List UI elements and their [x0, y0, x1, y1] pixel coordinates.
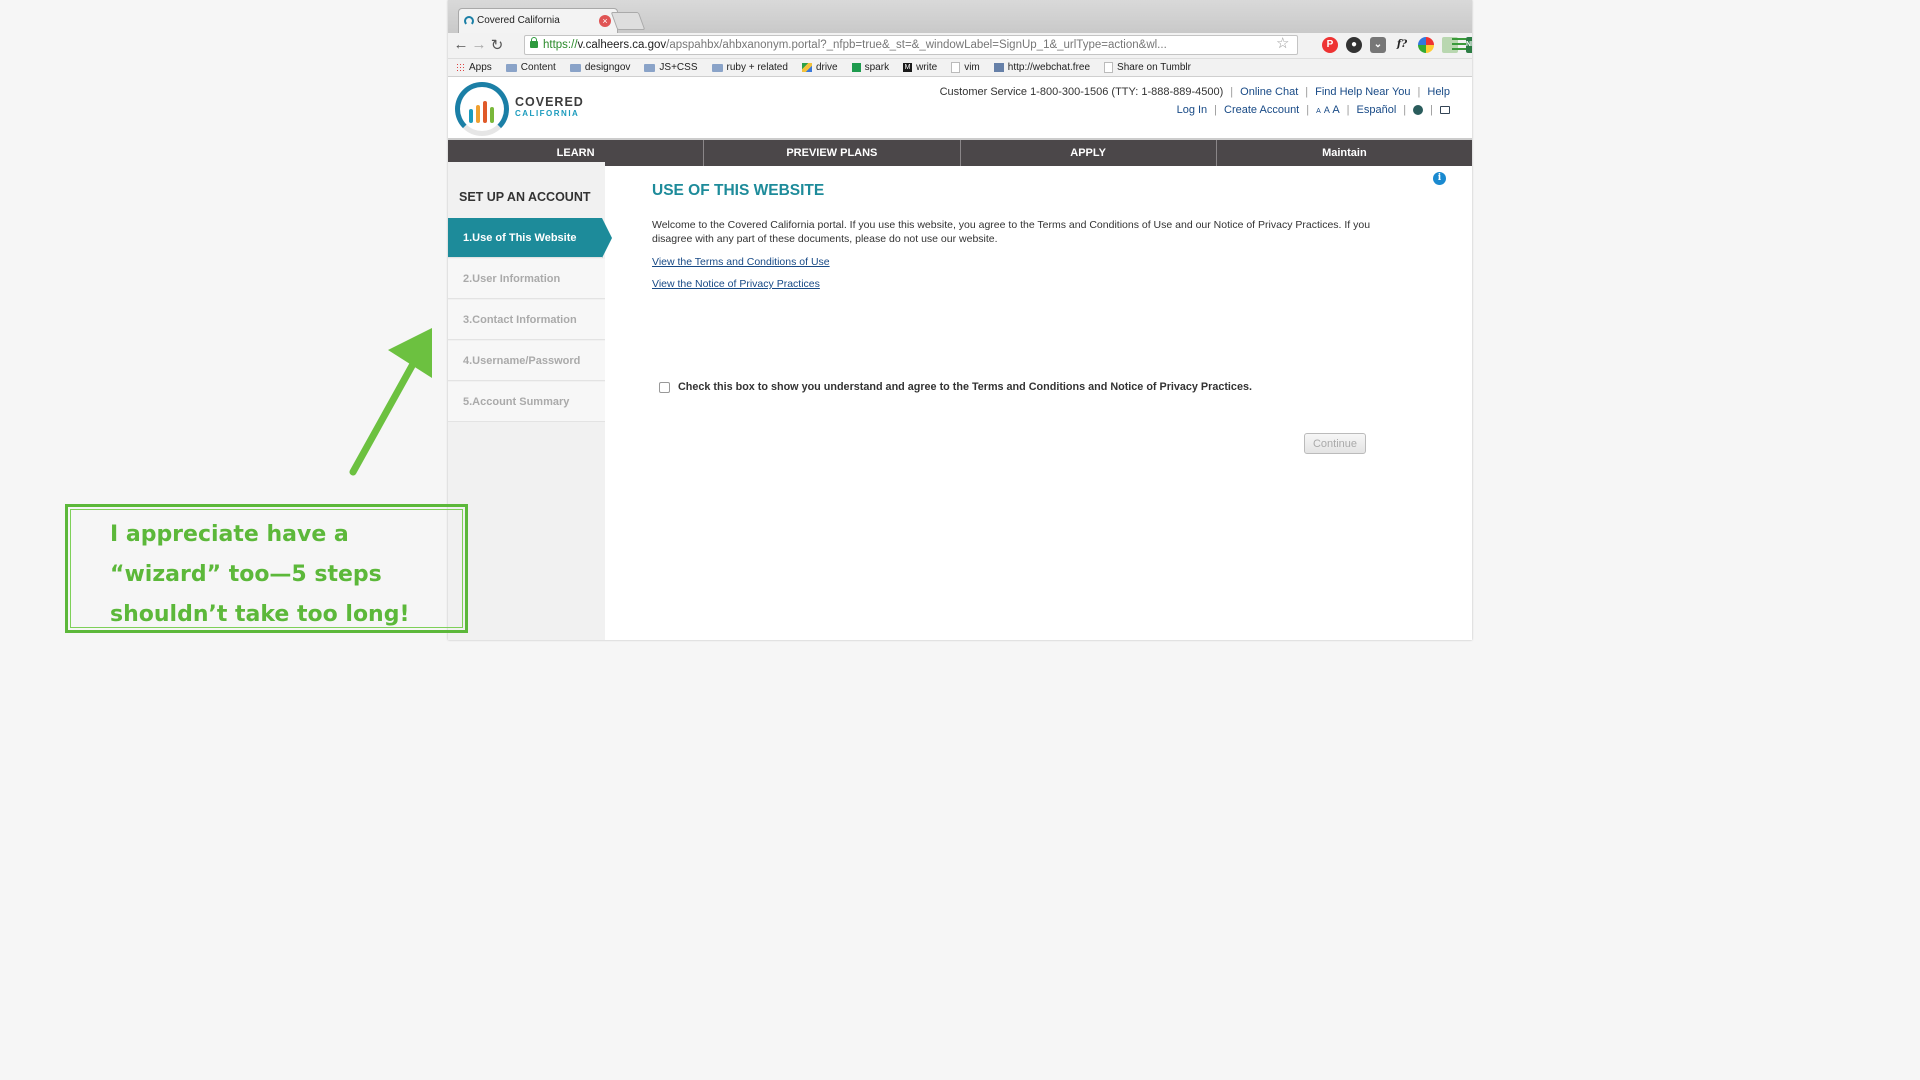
agree-row: Check this box to show you understand an… — [659, 381, 1252, 393]
terms-link[interactable]: View the Terms and Conditions of Use — [652, 256, 830, 268]
bookmark-tumblr[interactable]: Share on Tumblr — [1104, 62, 1191, 73]
agree-label[interactable]: Check this box to show you understand an… — [678, 381, 1252, 393]
menu-hamburger-icon[interactable] — [1452, 38, 1466, 53]
bookmark-star-icon[interactable]: ☆ — [1276, 34, 1289, 52]
continue-button[interactable]: Continue — [1304, 433, 1366, 454]
url-scheme: https:// — [543, 39, 578, 51]
camera-icon[interactable]: ● — [1346, 37, 1362, 53]
privacy-link[interactable]: View the Notice of Privacy Practices — [652, 278, 820, 290]
wizard-step-3[interactable]: 3.Contact Information — [448, 300, 605, 340]
bookmark-designgov[interactable]: designgov — [569, 62, 630, 73]
bookmark-webchat[interactable]: http://webchat.free — [993, 62, 1090, 73]
online-chat-link[interactable]: Online Chat — [1240, 86, 1298, 98]
back-arrow-icon[interactable]: ← — [452, 36, 470, 53]
intro-paragraph: Welcome to the Covered California portal… — [652, 219, 1371, 245]
chrome-color-icon[interactable] — [1418, 37, 1434, 53]
help-link[interactable]: Help — [1427, 86, 1450, 98]
sheet-icon — [851, 63, 861, 72]
browser-toolbar: ← → ↻ https://v.calheers.ca.gov/apspahbx… — [448, 33, 1472, 59]
annotation-text: I appreciate have a “wizard” too—5 steps… — [110, 522, 410, 627]
tab-title: Covered California — [477, 15, 560, 26]
bookmark-vim[interactable]: vim — [951, 62, 980, 73]
drive-icon — [801, 63, 812, 72]
agree-checkbox[interactable] — [659, 381, 670, 393]
wizard-step-1[interactable]: 1.Use of This Website — [448, 218, 612, 258]
bookmark-spark[interactable]: spark — [851, 62, 889, 73]
people-logo-icon — [469, 101, 494, 123]
header-utility-links: Customer Service 1-800-300-1506 (TTY: 1-… — [939, 86, 1450, 98]
covered-california-logo[interactable] — [455, 82, 509, 136]
address-bar[interactable]: https://v.calheers.ca.gov/apspahbx/ahbxa… — [524, 35, 1298, 55]
url-path: /apspahbx/ahbxanonym.portal?_nfpb=true&_… — [666, 39, 1167, 51]
bookmarks-bar: Apps Content designgov JS+CSS ruby + rel… — [448, 59, 1472, 77]
annotation-note: I appreciate have a “wizard” too—5 steps… — [65, 504, 468, 633]
arrow-head — [388, 328, 432, 378]
text-size-small[interactable]: A — [1316, 108, 1321, 115]
pocket-icon[interactable]: ⌄ — [1370, 37, 1386, 53]
m-icon: M — [903, 63, 913, 72]
browser-tab[interactable]: Covered California × — [458, 8, 618, 33]
image-icon — [993, 63, 1004, 72]
bookmark-write[interactable]: Mwrite — [903, 62, 937, 73]
text-size-medium[interactable]: A — [1324, 105, 1330, 115]
wizard-step-4[interactable]: 4.Username/Password — [448, 341, 605, 381]
bookmark-drive[interactable]: drive — [801, 62, 838, 73]
sidebar-title: SET UP AN ACCOUNT — [459, 190, 591, 204]
reload-icon[interactable]: ↻ — [488, 36, 506, 54]
new-icon[interactable]: NEW — [1466, 37, 1472, 53]
wizard-step-5[interactable]: 5.Account Summary — [448, 382, 605, 422]
arrow-shaft — [349, 351, 422, 476]
bookmark-content[interactable]: Content — [505, 62, 556, 73]
wizard-step-2[interactable]: 2.User Information — [448, 259, 605, 299]
folder-icon — [644, 63, 656, 72]
browser-window: Covered California × ← → ↻ https://v.cal… — [448, 0, 1472, 640]
fx-icon[interactable]: f? — [1394, 37, 1410, 53]
forward-arrow-icon[interactable]: → — [470, 36, 488, 53]
info-icon[interactable]: i — [1433, 172, 1446, 185]
lock-icon — [530, 37, 538, 48]
page-icon — [951, 62, 961, 73]
create-account-link[interactable]: Create Account — [1224, 104, 1299, 116]
text-size-large[interactable]: A — [1332, 104, 1339, 116]
bookmark-js-css[interactable]: JS+CSS — [644, 62, 698, 73]
header-account-links: Log In | Create Account | A A A | Español | | — [1177, 104, 1450, 116]
brand-wordmark[interactable]: COVERED CALIFORNIA — [515, 96, 584, 120]
page-title: USE OF THIS WEBSITE — [652, 182, 825, 199]
log-in-link[interactable]: Log In — [1177, 104, 1208, 116]
text-size-controls: A A A — [1316, 104, 1340, 116]
covered-california-favicon-icon — [464, 16, 474, 26]
page-icon — [1104, 62, 1114, 73]
site-header: COVERED CALIFORNIA Customer Service 1-80… — [448, 77, 1472, 140]
wizard-sidebar: SET UP AN ACCOUNT 1.Use of This Website … — [448, 162, 612, 640]
globe-icon[interactable] — [1413, 105, 1424, 115]
customer-service-text: Customer Service 1-800-300-1506 (TTY: 1-… — [939, 86, 1224, 98]
espanol-link[interactable]: Español — [1357, 104, 1397, 116]
close-tab-icon[interactable]: × — [599, 15, 611, 27]
tab-strip: Covered California × — [448, 0, 1472, 33]
folder-icon — [711, 63, 723, 72]
find-help-link[interactable]: Find Help Near You — [1315, 86, 1410, 98]
main-content: i USE OF THIS WEBSITE Welcome to the Cov… — [607, 162, 1472, 640]
folder-icon — [505, 63, 517, 72]
folder-icon — [569, 63, 581, 72]
bookmark-apps[interactable]: Apps — [456, 62, 492, 73]
new-tab-button[interactable] — [610, 12, 646, 30]
bookmark-ruby[interactable]: ruby + related — [711, 62, 788, 73]
print-icon[interactable] — [1440, 106, 1450, 114]
pinterest-icon[interactable]: P — [1322, 37, 1338, 53]
extension-icons: P ● ⌄ f? NEW IQ — [1322, 37, 1472, 53]
brand-line2: CALIFORNIA — [515, 109, 580, 118]
url-host: v.calheers.ca.gov — [577, 39, 667, 51]
apps-grid-icon — [456, 63, 465, 72]
brand-line1: COVERED — [515, 95, 584, 109]
